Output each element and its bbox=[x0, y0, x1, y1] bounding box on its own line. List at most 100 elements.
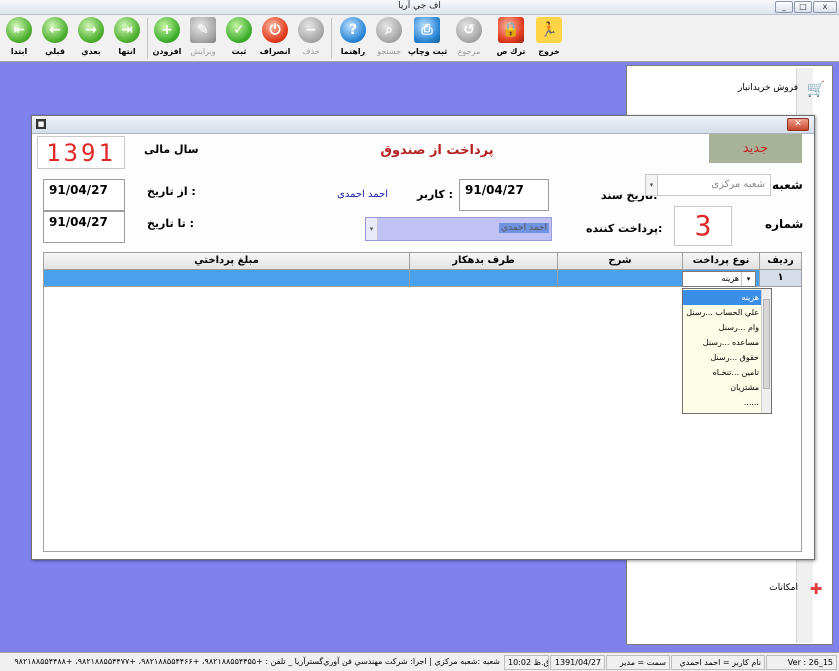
exit-button[interactable]: 🏃 خروج bbox=[530, 17, 568, 61]
cell-row-number: ١ bbox=[759, 270, 801, 286]
branch-value: شعبه مرکزی bbox=[711, 179, 765, 190]
cell-amount[interactable] bbox=[44, 270, 409, 286]
exit-label: خروج bbox=[538, 47, 560, 56]
dropdown-option[interactable]: تامين ...تنخـاه bbox=[683, 365, 763, 380]
branch-select[interactable]: ▾ شعبه مرکزی bbox=[645, 174, 771, 196]
cell-debtor[interactable] bbox=[409, 270, 557, 286]
prev-label: قبلي bbox=[45, 47, 65, 56]
dialog-system-icon[interactable]: ■ bbox=[36, 119, 46, 129]
payer-label: پرداخت كننده: bbox=[586, 222, 663, 235]
side-menu-item-label: فروش خريدانبار bbox=[737, 83, 798, 93]
status-time: ق.ظ 10:02 bbox=[504, 655, 549, 670]
cancel-button[interactable]: ⏻ انصراف bbox=[256, 17, 294, 61]
dropdown-scrollbar[interactable] bbox=[761, 289, 771, 413]
save-print-label: ثبت وچاپ bbox=[408, 47, 448, 56]
dropdown-option[interactable]: حقوق ...رسنل bbox=[683, 350, 763, 365]
status-bar: Ver : 26_15 نام كاربر = احمد احمدي سمت =… bbox=[0, 652, 839, 671]
dropdown-option[interactable]: مساعده ...رسنل bbox=[683, 335, 763, 350]
last-icon: ⇥ bbox=[114, 17, 140, 43]
printer-icon: ⎙ bbox=[414, 17, 440, 43]
return-icon: ↺ bbox=[456, 17, 482, 43]
close-window-button[interactable]: x bbox=[813, 1, 837, 13]
col-description-header[interactable]: شرح bbox=[557, 253, 682, 270]
chevron-down-icon: ▾ bbox=[741, 272, 755, 286]
dialog-close-button[interactable]: ✕ bbox=[787, 118, 809, 131]
payment-type-cell-select[interactable]: هزينه ▾ bbox=[682, 271, 756, 287]
cancel-label: انصراف bbox=[259, 47, 291, 56]
side-menu-item-tools[interactable]: امكانات ✚ bbox=[627, 574, 832, 604]
search-icon: ⌕ bbox=[376, 17, 402, 43]
search-button[interactable]: ⌕ جستجو bbox=[370, 17, 408, 61]
next-label: بعدي bbox=[81, 47, 101, 56]
leave-form-button[interactable]: 🔒 ترك ص bbox=[492, 17, 530, 61]
edit-icon: ✎ bbox=[190, 17, 216, 43]
arrow-left-icon: ← bbox=[42, 17, 68, 43]
fiscal-year-display: 1391 bbox=[37, 136, 125, 169]
save-button[interactable]: ✓ ثبت bbox=[220, 17, 258, 61]
col-amount-header[interactable]: مبلغ پرداختي bbox=[44, 253, 409, 270]
toolbar-separator bbox=[331, 18, 332, 59]
search-label: جستجو bbox=[377, 47, 401, 56]
col-row-header[interactable]: رديف bbox=[759, 253, 801, 270]
add-button[interactable]: + افزودن bbox=[148, 17, 186, 61]
payment-type-value: هزينه bbox=[721, 274, 739, 283]
prev-button[interactable]: ← قبلي bbox=[36, 17, 74, 61]
col-debtor-header[interactable]: طرف بدهكار bbox=[409, 253, 557, 270]
reference-label: مرجوع bbox=[457, 47, 481, 56]
status-role: سمت = مدير bbox=[606, 655, 670, 670]
to-date-field[interactable]: 91/04/27 bbox=[43, 211, 125, 243]
checkmark-icon: ✓ bbox=[226, 17, 252, 43]
help-label: راهنما bbox=[340, 47, 366, 56]
leave-form-label: ترك ص bbox=[496, 47, 526, 56]
status-version: Ver : 26_15 bbox=[766, 655, 837, 670]
next-button[interactable]: → بعدي bbox=[72, 17, 110, 61]
shopping-cart-icon: 🛒 bbox=[806, 80, 826, 98]
branch-label: شعبه bbox=[772, 178, 803, 192]
edit-button[interactable]: ✎ ويرايش bbox=[184, 17, 222, 61]
form-title: پرداخت از صندوق bbox=[380, 143, 494, 158]
last-button[interactable]: ⇥ انتها bbox=[108, 17, 146, 61]
fiscal-year-label: سال مالی bbox=[144, 143, 199, 156]
help-button[interactable]: ? راهنما bbox=[334, 17, 372, 61]
user-label: كاربر : bbox=[417, 188, 454, 201]
payer-value: احمد احمدي bbox=[499, 223, 549, 233]
plus-icon: + bbox=[154, 17, 180, 43]
window-title: اف جي آريا bbox=[398, 1, 441, 11]
window-controls: _ □ x bbox=[775, 1, 837, 13]
payer-select[interactable]: ▾ احمد احمدي bbox=[365, 217, 552, 241]
minus-icon: − bbox=[298, 17, 324, 43]
status-date: 1391/04/27 bbox=[550, 655, 605, 670]
delete-button[interactable]: − حذف bbox=[292, 17, 330, 61]
exit-runner-icon: 🏃 bbox=[536, 17, 562, 43]
arrow-right-icon: → bbox=[78, 17, 104, 43]
maximize-button[interactable]: □ bbox=[794, 1, 812, 13]
edit-label: ويرايش bbox=[190, 47, 216, 56]
lock-icon: 🔒 bbox=[498, 17, 524, 43]
document-number-label: شماره bbox=[765, 217, 804, 231]
cell-description[interactable] bbox=[557, 270, 682, 286]
side-menu-item-sales-purchase[interactable]: فروش خريدانبار 🛒 bbox=[627, 74, 832, 104]
col-payment-type-header[interactable]: نوع پرداخت bbox=[682, 253, 759, 270]
from-date-field[interactable]: 91/04/27 bbox=[43, 179, 125, 211]
minimize-button[interactable]: _ bbox=[775, 1, 793, 13]
scrollbar-thumb[interactable] bbox=[763, 299, 770, 389]
dropdown-option[interactable]: هزينه bbox=[683, 290, 763, 305]
reference-button[interactable]: ↺ مرجوع bbox=[450, 17, 488, 61]
dropdown-option[interactable]: علي الحساب ...رسنل bbox=[683, 305, 763, 320]
save-label: ثبت bbox=[231, 47, 247, 56]
status-company-info: شعبه :شعبه مركزي | اجرا: شركت مهندسي فن … bbox=[14, 657, 500, 666]
to-date-label: تا تاریخ : bbox=[147, 217, 194, 230]
record-status-badge: جديد bbox=[709, 134, 802, 163]
power-icon: ⏻ bbox=[262, 17, 288, 43]
add-label: افزودن bbox=[152, 47, 182, 56]
document-date-field[interactable]: 91/04/27 bbox=[459, 179, 549, 211]
dropdown-option[interactable]: مشتريان bbox=[683, 380, 763, 395]
save-print-button[interactable]: ⎙ ثبت وچاپ bbox=[408, 17, 448, 61]
dropdown-option[interactable]: وام ...رسنل bbox=[683, 320, 763, 335]
dropdown-option[interactable]: ...... bbox=[683, 395, 763, 410]
grid-header: مبلغ پرداختي طرف بدهكار شرح نوع پرداخت ر… bbox=[44, 253, 801, 270]
chevron-down-icon: ▾ bbox=[646, 175, 658, 195]
first-button[interactable]: ⇤ ابتدا bbox=[0, 17, 38, 61]
help-icon: ? bbox=[340, 17, 366, 43]
chevron-down-icon: ▾ bbox=[366, 218, 378, 240]
